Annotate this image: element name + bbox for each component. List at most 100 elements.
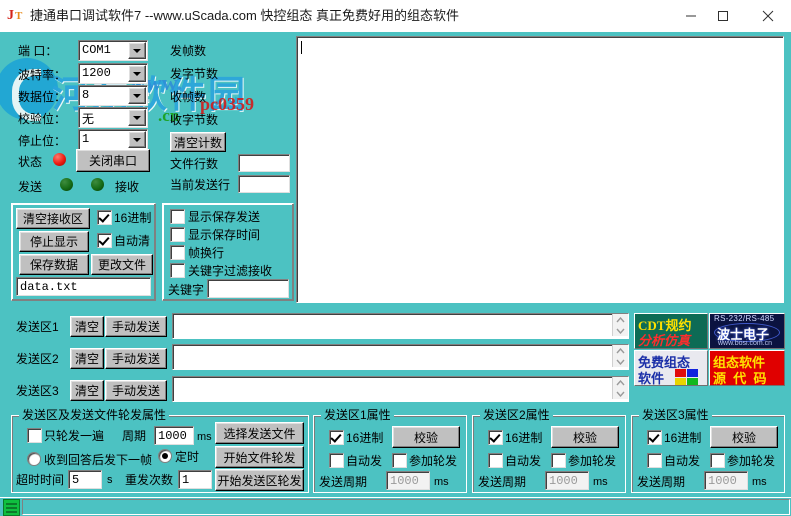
rotate-once-checkbox[interactable] xyxy=(27,428,42,443)
send-zone-2-manual-button[interactable]: 手动发送 xyxy=(105,348,167,369)
chevron-down-icon[interactable] xyxy=(128,131,146,148)
rotate-once-label: 只轮发一遍 xyxy=(44,429,105,443)
chevron-down-icon[interactable] xyxy=(128,109,146,126)
timer-label: 定时 xyxy=(175,450,200,464)
text-caret xyxy=(301,41,302,54)
send-zone-3-properties-group: 发送区3属性 16进制 校验 自动发 参加轮发 发送周期 1000 ms xyxy=(631,408,785,493)
send-zone-2-properties-group: 发送区2属性 16进制 校验 自动发 参加轮发 发送周期 1000 ms xyxy=(472,408,626,493)
zone3-hex-checkbox[interactable] xyxy=(647,430,662,445)
send-zone-1-label: 发送区1 xyxy=(16,320,59,334)
baud-combo[interactable]: 1200 xyxy=(78,63,148,84)
zone1-period-input[interactable]: 1000 xyxy=(386,471,430,490)
stop-display-button[interactable]: 停止显示 xyxy=(19,231,89,252)
port-combo[interactable]: COM1 xyxy=(78,40,148,61)
stopbits-combo[interactable]: 1 xyxy=(78,129,148,150)
close-port-button[interactable]: 关闭串口 xyxy=(76,149,150,172)
start-zone-rotate-button[interactable]: 开始发送区轮发 xyxy=(215,469,304,491)
zone2-verify-button[interactable]: 校验 xyxy=(551,426,619,448)
after-reply-label: 收到回答后发下一帧 xyxy=(44,453,153,467)
file-lines-label: 文件行数 xyxy=(170,157,219,171)
zone3-verify-button[interactable]: 校验 xyxy=(710,426,778,448)
window-title: 捷通串口调试软件7 --www.uScada.com 快控组态 真正免费好用的组… xyxy=(30,8,460,23)
send-zone-1-properties-caption: 发送区1属性 xyxy=(321,408,394,422)
send-zone-3-scrollbar[interactable] xyxy=(612,377,628,399)
send-zone-2-scrollbar[interactable] xyxy=(612,345,628,367)
file-lines-field xyxy=(238,154,290,172)
zone3-autosend-checkbox[interactable] xyxy=(647,453,662,468)
rotate-period-unit: ms xyxy=(197,431,212,443)
zone3-join-rotate-checkbox[interactable] xyxy=(710,453,725,468)
rotate-period-input[interactable]: 1000 xyxy=(154,426,194,445)
autoclear-checkbox[interactable] xyxy=(97,233,112,248)
after-reply-radio[interactable] xyxy=(27,452,41,466)
zone2-autosend-label: 自动发 xyxy=(505,454,542,468)
send-zone-1-manual-button[interactable]: 手动发送 xyxy=(105,316,167,337)
hex-checkbox[interactable] xyxy=(97,210,112,225)
zone1-join-rotate-checkbox[interactable] xyxy=(392,453,407,468)
send-zone-1-scrollbar[interactable] xyxy=(612,314,628,336)
cdt-banner[interactable]: CDT规约 分析仿真 xyxy=(634,313,708,349)
keyword-input[interactable] xyxy=(207,279,289,298)
retry-input[interactable]: 1 xyxy=(178,470,212,489)
timeout-label: 超时时间 xyxy=(16,473,65,487)
zone3-period-input[interactable]: 1000 xyxy=(704,471,748,490)
timer-radio[interactable] xyxy=(158,449,172,463)
free-scada-banner[interactable]: 免费组态 软件 xyxy=(634,350,708,386)
send-zone-1-input[interactable] xyxy=(172,313,629,339)
timeout-input[interactable]: 5 xyxy=(68,470,102,489)
status-led-icon xyxy=(53,153,66,166)
maximize-button[interactable] xyxy=(700,0,745,31)
change-file-button[interactable]: 更改文件 xyxy=(91,254,153,275)
source-code-banner[interactable]: 组态软件 源 代 码 xyxy=(709,350,785,386)
receive-text-area[interactable] xyxy=(296,36,784,303)
bosi-banner[interactable]: RS-232/RS-485 波士电子 www.bosi.com.cn xyxy=(709,313,785,349)
zone2-join-rotate-checkbox[interactable] xyxy=(551,453,566,468)
rotate-period-label: 周期 xyxy=(122,429,147,443)
zone2-hex-checkbox[interactable] xyxy=(488,430,503,445)
zone2-autosend-checkbox[interactable] xyxy=(488,453,503,468)
chevron-down-icon[interactable] xyxy=(128,42,146,59)
zone2-period-input[interactable]: 1000 xyxy=(545,471,589,490)
show-save-send-checkbox[interactable] xyxy=(170,209,185,224)
rx-frames-label: 收帧数 xyxy=(170,90,207,104)
tx-frames-label: 发帧数 xyxy=(170,44,207,58)
save-data-button[interactable]: 保存数据 xyxy=(19,254,89,275)
keyword-filter-label: 关键字过滤接收 xyxy=(188,264,273,278)
send-zone-3-manual-button[interactable]: 手动发送 xyxy=(105,380,167,401)
select-send-file-button[interactable]: 选择发送文件 xyxy=(215,422,304,444)
save-file-field[interactable]: data.txt xyxy=(16,277,151,296)
zone1-autosend-checkbox[interactable] xyxy=(329,453,344,468)
send-zone-3-clear-button[interactable]: 清空 xyxy=(70,380,104,401)
send-zone-1-clear-button[interactable]: 清空 xyxy=(70,316,104,337)
current-line-label: 当前发送行 xyxy=(170,178,231,192)
databits-label: 数据位： xyxy=(18,90,67,104)
send-zone-2-clear-button[interactable]: 清空 xyxy=(70,348,104,369)
clear-counters-button[interactable]: 清空计数 xyxy=(170,132,226,152)
tx-label: 发送 xyxy=(18,180,43,194)
zone1-join-rotate-label: 参加轮发 xyxy=(409,454,458,468)
zone1-period-unit: ms xyxy=(434,476,449,488)
rotate-properties-caption: 发送区及发送文件轮发属性 xyxy=(19,408,170,422)
frame-newline-label: 帧换行 xyxy=(188,246,225,260)
display-options-panel: 显示保存发送 显示保存时间 帧换行 关键字过滤接收 关键字 xyxy=(162,203,294,301)
title-bar: JT 捷通串口调试软件7 --www.uScada.com 快控组态 真正免费好… xyxy=(0,0,791,33)
zone3-join-rotate-label: 参加轮发 xyxy=(727,454,776,468)
chevron-down-icon[interactable] xyxy=(128,87,146,104)
zone3-hex-label: 16进制 xyxy=(664,431,702,445)
clear-receive-button[interactable]: 清空接收区 xyxy=(16,208,90,229)
close-button[interactable] xyxy=(745,0,790,31)
send-zone-3-input[interactable] xyxy=(172,376,629,402)
keyword-filter-checkbox[interactable] xyxy=(170,263,185,278)
parity-label: 校验位： xyxy=(18,112,67,126)
tray-icon[interactable] xyxy=(3,499,20,516)
zone1-verify-button[interactable]: 校验 xyxy=(392,426,460,448)
baud-value: 1200 xyxy=(82,66,111,80)
chevron-down-icon[interactable] xyxy=(128,65,146,82)
show-save-time-checkbox[interactable] xyxy=(170,227,185,242)
start-file-rotate-button[interactable]: 开始文件轮发 xyxy=(215,446,304,468)
frame-newline-checkbox[interactable] xyxy=(170,245,185,260)
send-zone-2-input[interactable] xyxy=(172,344,629,370)
parity-combo[interactable]: 无 xyxy=(78,107,148,128)
zone1-hex-checkbox[interactable] xyxy=(329,430,344,445)
databits-combo[interactable]: 8 xyxy=(78,85,148,106)
